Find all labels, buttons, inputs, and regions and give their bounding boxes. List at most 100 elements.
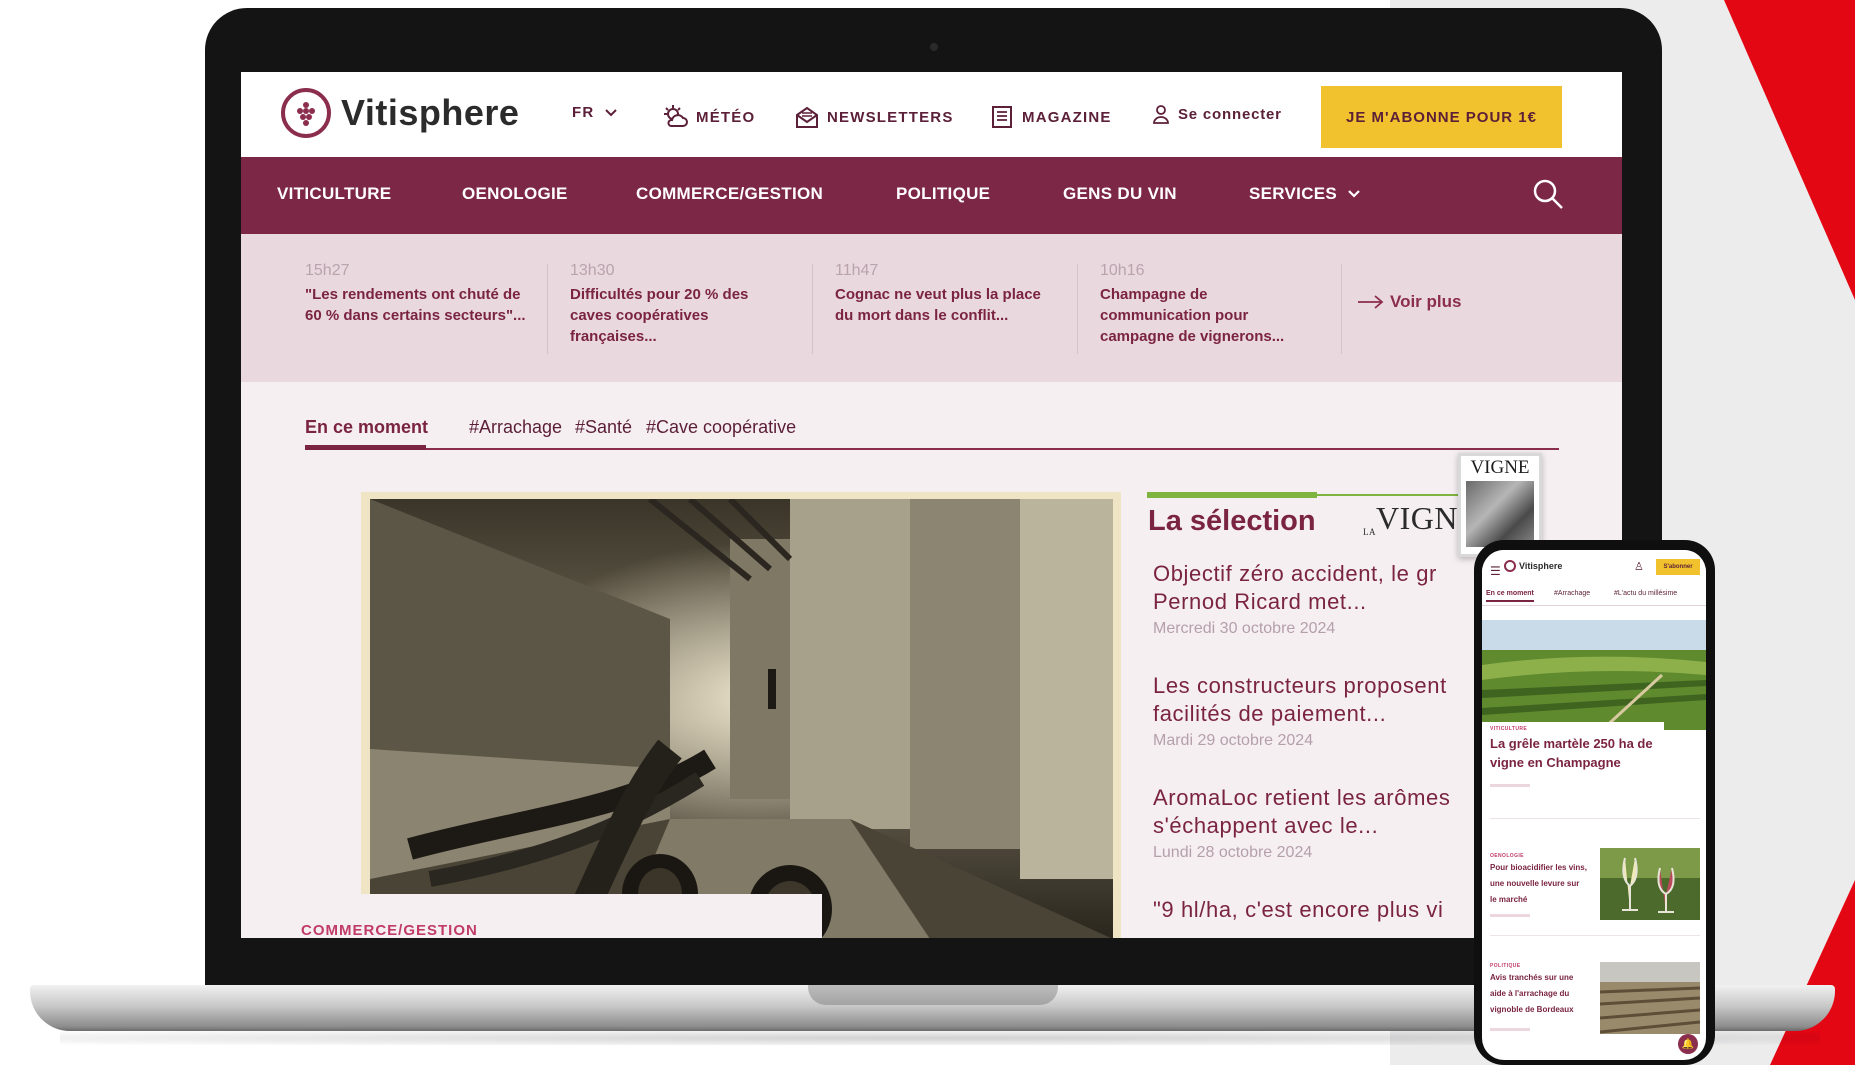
grape-icon (281, 88, 331, 138)
meteo-link[interactable]: MÉTÉO (663, 104, 755, 130)
language-selector[interactable]: FR (572, 104, 618, 121)
user-icon[interactable]: ♙ (1634, 560, 1644, 573)
newsletter-icon (796, 106, 818, 128)
ticker-time: 11h47 (835, 262, 879, 279)
selection-article[interactable]: AromaLoc retient les arômes s'échappent … (1153, 784, 1473, 862)
phone-item-thumbnail[interactable] (1600, 848, 1700, 920)
selection-article[interactable]: Les constructeurs proposent facilités de… (1153, 672, 1473, 750)
ticker-divider (547, 264, 548, 354)
ticker-divider (1077, 264, 1078, 354)
phone-item-thumbnail[interactable] (1600, 962, 1700, 1034)
newsletters-link[interactable]: NEWSLETTERS (794, 104, 954, 130)
nav-item-gens-du-vin[interactable]: GENS DU VIN (1063, 184, 1177, 204)
ticker-headline: Champagne de communication pour campagne… (1100, 286, 1285, 345)
article-date: Mardi 29 octobre 2024 (1153, 732, 1314, 749)
laptop-notch (808, 985, 1058, 1005)
nav-item-oenologie[interactable]: OENOLOGIE (462, 184, 568, 204)
ticker-headline: Difficultés pour 20 % des caves coopérat… (570, 286, 749, 345)
winery-cellar-image (370, 499, 1113, 938)
services-label: SERVICES (1249, 184, 1338, 203)
article-title-line: AromaLoc retient les arômes (1153, 785, 1451, 810)
ticker-item[interactable]: 13h30 Difficultés pour 20 % des caves co… (570, 262, 792, 347)
ticker-time: 13h30 (570, 262, 615, 279)
nav-item-viticulture[interactable]: VITICULTURE (277, 184, 391, 204)
nav-item-politique[interactable]: POLITIQUE (896, 184, 990, 204)
la-vigne-prefix: LA (1363, 527, 1376, 537)
phone-item-meta (1490, 914, 1530, 917)
tab-en-ce-moment[interactable]: En ce moment (305, 417, 428, 438)
login-link[interactable]: Se connecter (1151, 104, 1282, 124)
nav-item-commerce-gestion[interactable]: COMMERCE/GESTION (636, 184, 823, 204)
phone-brand-name: Vitisphere (1519, 561, 1563, 571)
phone-subscribe-button[interactable]: S'abonner (1656, 559, 1700, 575)
ticker-headline: Cognac ne veut plus la place du mort dan… (835, 286, 1041, 324)
phone-hero-headline: La grêle martèle 250 ha de vigne en Cham… (1490, 736, 1653, 770)
meteo-label: MÉTÉO (696, 108, 756, 126)
subscribe-button[interactable]: JE M'ABONNE POUR 1€ (1321, 86, 1562, 148)
phone-hero-image[interactable] (1482, 620, 1706, 730)
ticker-time: 10h16 (1100, 262, 1145, 279)
phone-item-headline[interactable]: Avis tranchés sur une aide à l'arrachage… (1490, 970, 1588, 1018)
article-title-line: Objectif zéro accident, le gr (1153, 561, 1437, 586)
main-navigation: VITICULTURE OENOLOGIE COMMERCE/GESTION P… (241, 157, 1622, 234)
selection-article[interactable]: Objectif zéro accident, le gr Pernod Ric… (1153, 560, 1473, 638)
top-bar: Vitisphere FR MÉTÉO NEWSLETTERS MAGAZINE… (241, 72, 1622, 157)
language-label: FR (572, 104, 595, 121)
magazine-icon (992, 106, 1012, 128)
phone-hero-meta (1490, 784, 1530, 787)
news-ticker: 15h27 "Les rendements ont chuté de 60 % … (241, 234, 1622, 382)
wine-glasses-image (1600, 848, 1700, 920)
phone-item-meta (1490, 1028, 1530, 1031)
active-tab-indicator (305, 445, 426, 450)
phone-tab-en-ce-moment[interactable]: En ce moment (1486, 590, 1534, 602)
phone-divider (1490, 935, 1700, 936)
selection-article[interactable]: "9 hl/ha, c'est encore plus vi (1153, 896, 1473, 924)
grape-icon (1504, 560, 1516, 572)
chevron-down-icon (1348, 190, 1360, 198)
feature-category[interactable]: COMMERCE/GESTION (301, 922, 478, 938)
notification-bell-icon[interactable]: 🔔 (1678, 1034, 1698, 1054)
ticker-time: 15h27 (305, 262, 350, 279)
brand-name: Vitisphere (341, 92, 520, 133)
ticker-item[interactable]: 10h16 Champagne de communication pour ca… (1100, 262, 1322, 347)
ticker-headline: "Les rendements ont chuté de 60 % dans c… (305, 286, 526, 324)
tab-sante[interactable]: #Santé (575, 417, 632, 438)
selection-rule (1317, 494, 1477, 496)
brand-logo[interactable]: Vitisphere (281, 88, 519, 138)
phone-tab-actu-millesime[interactable]: #L'actu du millésime (1614, 590, 1677, 597)
phone-item-headline[interactable]: Pour bioacidifier les vins, une nouvelle… (1490, 860, 1588, 908)
feature-photo[interactable] (370, 499, 1113, 938)
vineyard-image (1482, 620, 1706, 730)
phone-screen: ☰ Vitisphere ♙ S'abonner En ce moment #A… (1482, 550, 1706, 1060)
article-title-line: s'échappent avec le... (1153, 813, 1379, 838)
ticker-divider (1341, 264, 1342, 354)
magazine-link[interactable]: MAGAZINE (989, 104, 1112, 130)
article-title-line: Pernod Ricard met... (1153, 589, 1367, 614)
phone-brand-logo[interactable]: Vitisphere (1504, 560, 1562, 572)
search-icon[interactable] (1531, 177, 1565, 211)
article-date: Lundi 28 octobre 2024 (1153, 844, 1313, 861)
phone-item-category: POLITIQUE (1490, 963, 1521, 969)
nav-item-services[interactable]: SERVICES (1249, 184, 1361, 204)
phone-hero-category: VITICULTURE (1490, 726, 1528, 732)
topic-tabs: En ce moment #Arrachage #Santé #Cave coo… (305, 417, 1559, 450)
magazine-cover-title: VIGNE (1470, 457, 1530, 478)
tab-cave-cooperative[interactable]: #Cave coopérative (646, 417, 796, 438)
ticker-divider (812, 264, 813, 354)
phone-item-category: OENOLOGIE (1490, 853, 1524, 859)
phone-tab-arrachage[interactable]: #Arrachage (1554, 590, 1590, 597)
tab-arrachage[interactable]: #Arrachage (469, 417, 562, 438)
phone-divider (1490, 818, 1700, 819)
voir-plus-link[interactable]: Voir plus (1358, 292, 1461, 312)
article-title-line: Les constructeurs proposent (1153, 673, 1447, 698)
ticker-item[interactable]: 11h47 Cognac ne veut plus la place du mo… (835, 262, 1057, 326)
menu-icon[interactable]: ☰ (1490, 564, 1501, 578)
voir-plus-label: Voir plus (1390, 292, 1462, 311)
laptop-camera (930, 43, 938, 51)
ticker-item[interactable]: 15h27 "Les rendements ont chuté de 60 % … (305, 262, 527, 326)
arrow-right-icon (1358, 295, 1384, 309)
phone-hero-card[interactable]: VITICULTURE La grêle martèle 250 ha de v… (1482, 722, 1664, 800)
weather-icon (664, 105, 688, 127)
phone-top-bar: ☰ Vitisphere ♙ S'abonner (1482, 550, 1706, 584)
phone-tabs: En ce moment #Arrachage #L'actu du millé… (1482, 586, 1706, 606)
